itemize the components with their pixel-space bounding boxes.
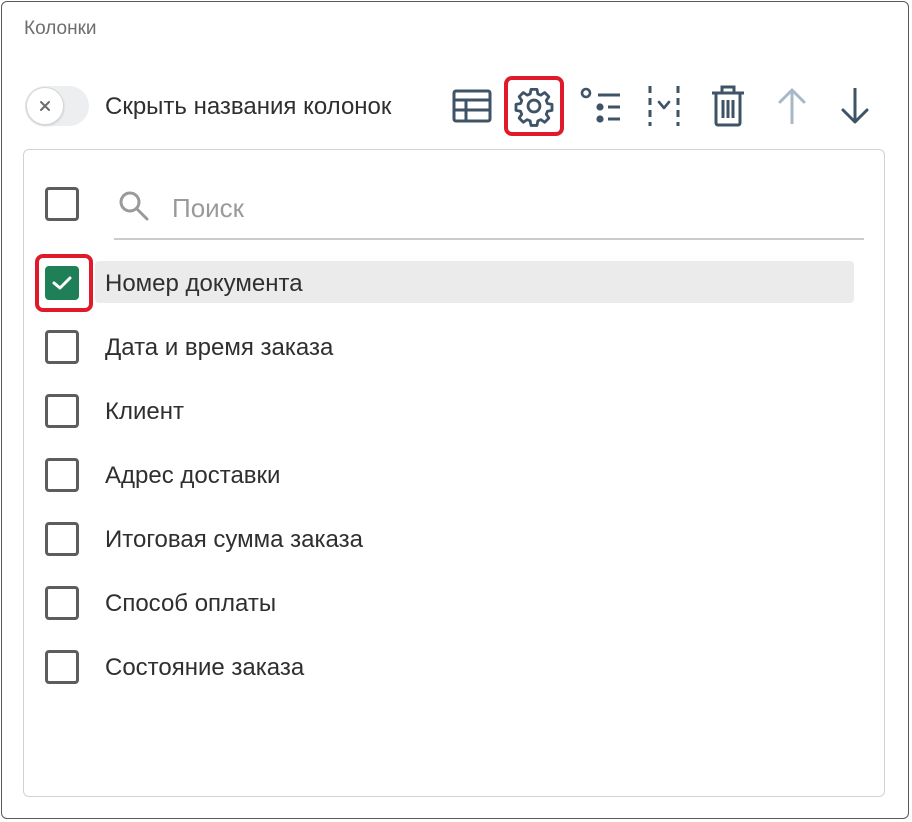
move-up-button[interactable] <box>766 80 818 132</box>
column-label[interactable]: Способ оплаты <box>105 590 276 618</box>
column-split-button[interactable] <box>638 80 690 132</box>
column-checkbox-order-total[interactable] <box>45 522 79 556</box>
column-label[interactable]: Номер документа <box>105 270 303 298</box>
column-checkbox-order-datetime[interactable] <box>45 330 79 364</box>
panel-title: Колонки <box>24 18 97 40</box>
arrow-up-icon <box>777 86 807 126</box>
list-icon <box>578 86 622 126</box>
column-checkbox-client[interactable] <box>45 394 79 428</box>
column-label[interactable]: Итоговая сумма заказа <box>105 526 363 554</box>
column-checkbox-order-status[interactable] <box>45 650 79 684</box>
column-checkbox-delivery-address[interactable] <box>45 458 79 492</box>
search-underline <box>114 238 864 240</box>
trash-icon <box>710 85 746 127</box>
column-label[interactable]: Клиент <box>105 398 184 426</box>
table-view-button[interactable] <box>446 80 498 132</box>
column-label[interactable]: Адрес доставки <box>105 462 280 490</box>
select-all-checkbox[interactable] <box>45 187 79 221</box>
gear-icon <box>513 85 555 127</box>
toggle-label: Скрыть названия колонок <box>105 93 391 121</box>
search-input[interactable] <box>170 188 854 228</box>
column-checkbox-payment-method[interactable] <box>45 586 79 620</box>
column-split-icon <box>644 84 684 128</box>
delete-button[interactable] <box>702 80 754 132</box>
column-label[interactable]: Состояние заказа <box>105 654 304 682</box>
column-label[interactable]: Дата и время заказа <box>105 334 333 362</box>
column-checkbox-document-number[interactable] <box>45 266 79 300</box>
list-settings-button[interactable] <box>574 80 626 132</box>
search-icon <box>117 189 151 223</box>
move-down-button[interactable] <box>829 80 881 132</box>
table-icon <box>452 89 492 123</box>
close-icon <box>39 100 51 112</box>
settings-button[interactable] <box>504 76 564 136</box>
toggle-knob <box>26 87 64 125</box>
hide-column-names-toggle[interactable] <box>25 86 89 126</box>
arrow-down-icon <box>840 86 870 126</box>
checkmark-icon <box>52 275 72 291</box>
